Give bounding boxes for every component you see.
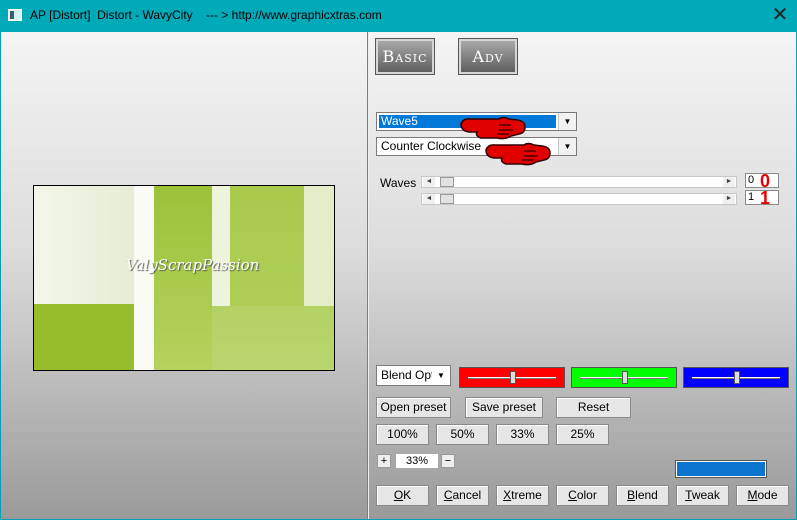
- panel-divider: [367, 32, 369, 519]
- zoom-50-button[interactable]: 50%: [436, 424, 489, 445]
- close-button[interactable]: ✕: [769, 4, 791, 26]
- ok-mnemonic: O: [393, 488, 404, 502]
- zoom-100-button[interactable]: 100%: [376, 424, 429, 445]
- xtreme-label-rest: treme: [511, 488, 542, 502]
- green-channel-slider[interactable]: [571, 367, 677, 388]
- blend-mnemonic: B: [627, 488, 636, 502]
- chevron-down-icon[interactable]: ▼: [558, 138, 576, 155]
- xtreme-mnemonic: X: [503, 488, 512, 502]
- open-preset-button[interactable]: Open preset: [376, 397, 451, 418]
- cancel-button[interactable]: Cancel: [436, 485, 489, 506]
- adv-mode-button[interactable]: Adv: [458, 38, 518, 75]
- zoom-level-field[interactable]: 33%: [395, 453, 439, 469]
- color-mnemonic: C: [568, 488, 577, 502]
- dialog-body: ValyScrapPassion Basic Adv Wave5 ▼ Count…: [1, 32, 796, 519]
- app-icon: [8, 9, 22, 21]
- scroll-right-icon[interactable]: ►: [723, 194, 735, 204]
- color-label-rest: olor: [576, 488, 597, 502]
- preview-image: ValyScrapPassion: [33, 185, 335, 371]
- chevron-down-icon[interactable]: ▼: [432, 366, 450, 385]
- scroll-left-icon[interactable]: ◄: [423, 177, 435, 187]
- blue-channel-slider[interactable]: [683, 367, 789, 388]
- ok-label-rest: K: [403, 488, 412, 502]
- color-swatch[interactable]: [675, 460, 767, 478]
- mode-label-rest: ode: [757, 488, 778, 502]
- save-preset-button[interactable]: Save preset: [465, 397, 543, 418]
- mode-button[interactable]: Mode: [736, 485, 789, 506]
- pointing-hand-icon: [485, 142, 551, 166]
- window-title: AP [Distort] Distort - WavyCity --- > ht…: [30, 8, 382, 22]
- zoom-out-button[interactable]: −: [441, 454, 455, 468]
- blend-options-select[interactable]: Blend Optic ▼: [376, 365, 451, 386]
- tweak-label-rest: weak: [691, 488, 720, 502]
- tweak-button[interactable]: Tweak: [676, 485, 729, 506]
- green-channel-knob[interactable]: [622, 371, 628, 384]
- red-channel-slider[interactable]: [459, 367, 565, 388]
- xtreme-button[interactable]: Xtreme: [496, 485, 549, 506]
- second-slider[interactable]: ◄ ►: [421, 193, 737, 205]
- zoom-33-button[interactable]: 33%: [496, 424, 549, 445]
- blend-label-rest: lend: [635, 488, 658, 502]
- color-button[interactable]: Color: [556, 485, 609, 506]
- waves-slider[interactable]: ◄ ►: [421, 176, 737, 188]
- waves-slider-thumb[interactable]: [440, 177, 454, 187]
- zoom-25-button[interactable]: 25%: [556, 424, 609, 445]
- blend-button[interactable]: Blend: [616, 485, 669, 506]
- second-slider-thumb[interactable]: [440, 194, 454, 204]
- annotation-number: 1: [760, 188, 771, 208]
- title-bar: AP [Distort] Distort - WavyCity --- > ht…: [0, 0, 797, 32]
- waves-label: Waves: [380, 176, 417, 190]
- basic-mode-button[interactable]: Basic: [375, 38, 435, 75]
- zoom-in-button[interactable]: +: [377, 454, 391, 468]
- red-channel-knob[interactable]: [510, 371, 516, 384]
- scroll-left-icon[interactable]: ◄: [423, 194, 435, 204]
- ok-button[interactable]: OK: [376, 485, 429, 506]
- cancel-label-rest: ancel: [452, 488, 482, 502]
- blue-channel-knob[interactable]: [734, 371, 740, 384]
- chevron-down-icon[interactable]: ▼: [558, 113, 576, 130]
- scroll-right-icon[interactable]: ►: [723, 177, 735, 187]
- mode-mnemonic: M: [747, 488, 758, 502]
- preview-watermark: ValyScrapPassion: [126, 256, 260, 274]
- tweak-mnemonic: T: [685, 488, 692, 502]
- reset-button[interactable]: Reset: [556, 397, 631, 418]
